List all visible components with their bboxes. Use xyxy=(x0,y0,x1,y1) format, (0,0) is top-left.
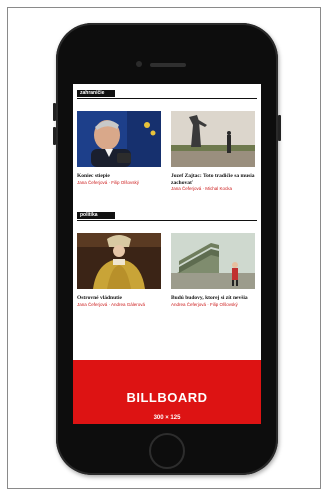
article-authors[interactable]: Andrea Čeferjová · Filip Olšovský xyxy=(171,302,255,308)
home-button[interactable] xyxy=(149,433,185,469)
article-title[interactable]: Jozef Zajtac: Toto tradičie sa musia zac… xyxy=(171,173,255,186)
billboard-size: 300 × 125 xyxy=(153,415,181,421)
article-image[interactable] xyxy=(77,233,161,289)
speaker-grille xyxy=(150,63,186,67)
billboard-title: BILLBOARD xyxy=(126,390,208,405)
article-card[interactable]: Koniec stiepie Jana Čeferjová · Filip Ol… xyxy=(77,111,161,185)
article-authors[interactable]: Jana Čeferjová · Andrea Gálerová xyxy=(77,302,161,308)
phone-device: zahraničie Koniec stiepie Jana Čeferjová… xyxy=(53,23,281,475)
power-button xyxy=(278,115,281,141)
section-politika: politika xyxy=(77,212,257,221)
phone-screen: zahraničie Koniec stiepie Jana Čeferjová… xyxy=(73,84,261,424)
billboard-ad[interactable]: BILLBOARD 300 × 125 xyxy=(73,360,261,424)
article-image[interactable] xyxy=(171,233,255,289)
section-tag[interactable]: zahraničie xyxy=(77,90,115,97)
article-card[interactable]: Ostrovné vládnutie Jana Čeferjová · Andr… xyxy=(77,233,161,307)
article-image[interactable] xyxy=(77,111,161,167)
article-card[interactable]: Budú budovy, ktorej si zít nevšia Andrea… xyxy=(171,233,255,307)
section-header: politika xyxy=(77,212,257,221)
article-title[interactable]: Budú budovy, ktorej si zít nevšia xyxy=(171,295,255,302)
article-card[interactable]: Jozef Zajtac: Toto tradičie sa musia zac… xyxy=(171,111,255,192)
article-authors[interactable]: Jana Čeferjová · Filip Olšovský xyxy=(77,180,161,186)
article-image[interactable] xyxy=(171,111,255,167)
queen-painting-photo xyxy=(77,233,161,289)
front-camera-icon xyxy=(136,61,142,67)
section-header: zahraničie xyxy=(77,90,257,99)
building-photo xyxy=(171,233,255,289)
section-zahranicie: zahraničie xyxy=(77,90,257,99)
statue-photo xyxy=(171,111,255,167)
article-authors[interactable]: Jana Čeferjová · Michal Kocka xyxy=(171,186,255,192)
portrait-man-photo xyxy=(77,111,161,167)
section-tag[interactable]: politika xyxy=(77,212,115,219)
volume-down-button xyxy=(53,127,56,145)
volume-up-button xyxy=(53,103,56,121)
